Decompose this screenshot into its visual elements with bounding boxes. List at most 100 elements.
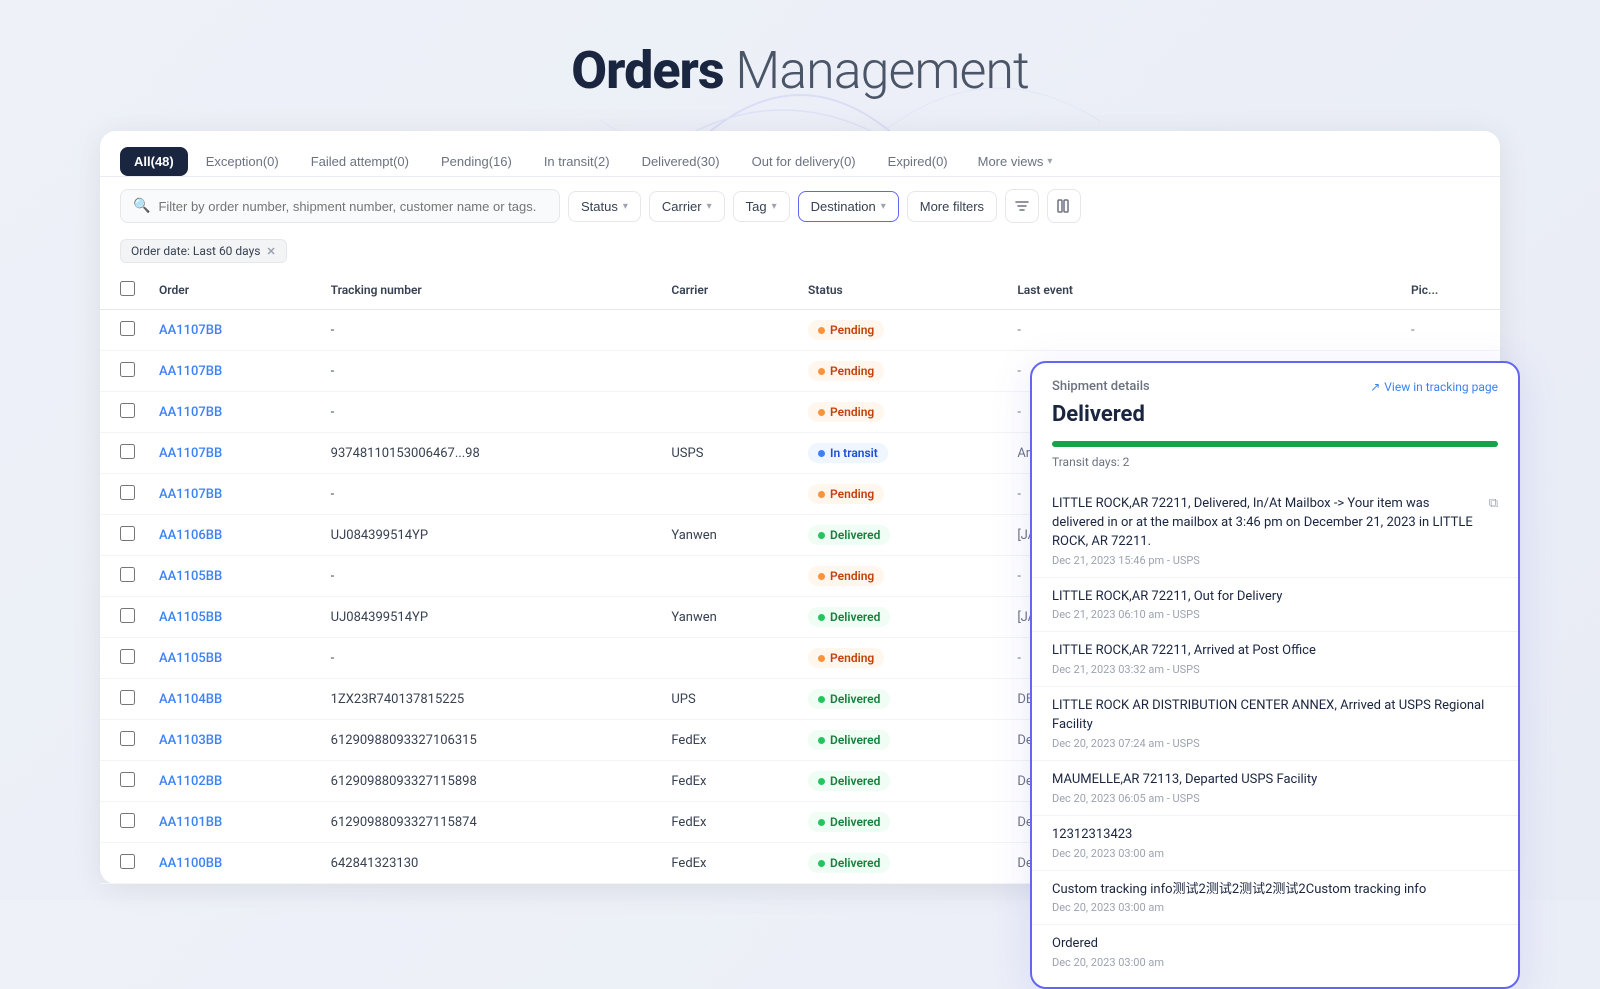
- status-badge: Delivered: [808, 607, 890, 627]
- row-checkbox[interactable]: [120, 854, 135, 869]
- status-dot: [818, 696, 825, 703]
- tab-in-transit[interactable]: In transit(2): [530, 147, 624, 176]
- event-text: LITTLE ROCK AR DISTRIBUTION CENTER ANNEX…: [1052, 697, 1498, 735]
- event-item: Custom tracking info测试2测试2测试2测试2Custom t…: [1032, 871, 1518, 926]
- event-time: Dec 21, 2023 03:32 am - USPS: [1052, 663, 1498, 676]
- order-link[interactable]: AA1107BB: [159, 487, 222, 502]
- row-checkbox[interactable]: [120, 526, 135, 541]
- order-link[interactable]: AA1101BB: [159, 815, 222, 830]
- order-link[interactable]: AA1107BB: [159, 446, 222, 461]
- carrier: [659, 474, 796, 515]
- event-text: Custom tracking info测试2测试2测试2测试2Custom t…: [1052, 881, 1498, 900]
- order-link[interactable]: AA1103BB: [159, 733, 222, 748]
- search-input[interactable]: [158, 199, 547, 214]
- col-tracking: Tracking number: [319, 271, 660, 310]
- event-time: Dec 20, 2023 06:05 am - USPS: [1052, 792, 1498, 805]
- row-checkbox[interactable]: [120, 690, 135, 705]
- tab-failed-attempt[interactable]: Failed attempt(0): [297, 147, 423, 176]
- event-time: Dec 20, 2023 03:00 am: [1052, 956, 1498, 969]
- event-item: LITTLE ROCK AR DISTRIBUTION CENTER ANNEX…: [1032, 687, 1518, 761]
- tag-filter-button[interactable]: Tag ▾: [733, 191, 790, 222]
- tracking-number: 61290988093327106315: [319, 720, 660, 761]
- row-checkbox[interactable]: [120, 485, 135, 500]
- row-checkbox[interactable]: [120, 772, 135, 787]
- tab-delivered[interactable]: Delivered(30): [628, 147, 734, 176]
- search-box[interactable]: 🔍: [120, 189, 560, 223]
- row-checkbox[interactable]: [120, 608, 135, 623]
- remove-date-tag-button[interactable]: ✕: [266, 245, 275, 258]
- event-time: Dec 20, 2023 07:24 am - USPS: [1052, 737, 1498, 750]
- chevron-down-icon: ▾: [623, 201, 628, 212]
- order-link[interactable]: AA1106BB: [159, 528, 222, 543]
- status-badge: Pending: [808, 402, 884, 422]
- event-item: 12312313423 Dec 20, 2023 03:00 am: [1032, 816, 1518, 871]
- status-dot: [818, 491, 825, 498]
- progress-bar-fill: [1052, 441, 1498, 447]
- col-pic: Pic...: [1399, 271, 1500, 310]
- row-checkbox[interactable]: [120, 444, 135, 459]
- tracking-number: -: [319, 474, 660, 515]
- row-checkbox[interactable]: [120, 321, 135, 336]
- carrier: FedEx: [659, 720, 796, 761]
- status-dot: [818, 819, 825, 826]
- progress-bar-wrap: [1052, 441, 1498, 447]
- select-all-checkbox[interactable]: [120, 281, 135, 296]
- view-tracking-link[interactable]: ↗ View in tracking page: [1370, 380, 1498, 394]
- event-item: LITTLE ROCK,AR 72211, Delivered, In/At M…: [1032, 485, 1518, 578]
- row-checkbox[interactable]: [120, 567, 135, 582]
- pic-date: -: [1399, 310, 1500, 351]
- tab-expired[interactable]: Expired(0): [874, 147, 962, 176]
- status-badge: Pending: [808, 320, 884, 340]
- tracking-number: -: [319, 392, 660, 433]
- order-link[interactable]: AA1105BB: [159, 569, 222, 584]
- destination-filter-button[interactable]: Destination ▾: [798, 191, 899, 222]
- status-dot: [818, 532, 825, 539]
- carrier: FedEx: [659, 761, 796, 802]
- status-badge: Pending: [808, 566, 884, 586]
- transit-days: Transit days: 2: [1032, 451, 1518, 477]
- col-status: Status: [796, 271, 1005, 310]
- status-badge: Delivered: [808, 771, 890, 791]
- event-item: MAUMELLE,AR 72113, Departed USPS Facilit…: [1032, 761, 1518, 816]
- event-item: LITTLE ROCK,AR 72211, Out for Delivery D…: [1032, 578, 1518, 633]
- order-link[interactable]: AA1107BB: [159, 323, 222, 338]
- more-filters-button[interactable]: More filters: [907, 191, 997, 222]
- sort-button[interactable]: [1005, 189, 1039, 223]
- status-filter-button[interactable]: Status ▾: [568, 191, 641, 222]
- date-tag-row: Order date: Last 60 days ✕: [100, 235, 1500, 271]
- carrier-filter-button[interactable]: Carrier ▾: [649, 191, 725, 222]
- status-dot: [818, 737, 825, 744]
- order-link[interactable]: AA1107BB: [159, 405, 222, 420]
- status-dot: [818, 778, 825, 785]
- order-link[interactable]: AA1107BB: [159, 364, 222, 379]
- status-dot: [818, 450, 825, 457]
- event-time: Dec 20, 2023 03:00 am: [1052, 901, 1498, 914]
- row-checkbox[interactable]: [120, 649, 135, 664]
- chevron-down-icon: ▾: [772, 201, 777, 212]
- event-text: Ordered: [1052, 935, 1498, 954]
- status-badge: Pending: [808, 484, 884, 504]
- row-checkbox[interactable]: [120, 403, 135, 418]
- order-link[interactable]: AA1105BB: [159, 651, 222, 666]
- tab-out-for-delivery[interactable]: Out for delivery(0): [738, 147, 870, 176]
- row-checkbox[interactable]: [120, 731, 135, 746]
- tracking-number: -: [319, 556, 660, 597]
- order-link[interactable]: AA1102BB: [159, 774, 222, 789]
- columns-button[interactable]: [1047, 189, 1081, 223]
- row-checkbox[interactable]: [120, 362, 135, 377]
- order-link[interactable]: AA1105BB: [159, 610, 222, 625]
- event-text: 12312313423: [1052, 826, 1498, 845]
- status-dot: [818, 327, 825, 334]
- order-link[interactable]: AA1100BB: [159, 856, 222, 871]
- event-time: Dec 21, 2023 15:46 pm - USPS: [1052, 554, 1498, 567]
- tab-pending[interactable]: Pending(16): [427, 147, 526, 176]
- row-checkbox[interactable]: [120, 813, 135, 828]
- order-link[interactable]: AA1104BB: [159, 692, 222, 707]
- more-views-button[interactable]: More views ▾: [966, 147, 1065, 176]
- tab-all[interactable]: All(48): [120, 147, 188, 176]
- copy-icon[interactable]: ⧉: [1489, 495, 1498, 514]
- status-dot: [818, 368, 825, 375]
- tab-exception[interactable]: Exception(0): [192, 147, 293, 176]
- tracking-number: 61290988093327115874: [319, 802, 660, 843]
- page-title: Orders Management: [0, 40, 1600, 101]
